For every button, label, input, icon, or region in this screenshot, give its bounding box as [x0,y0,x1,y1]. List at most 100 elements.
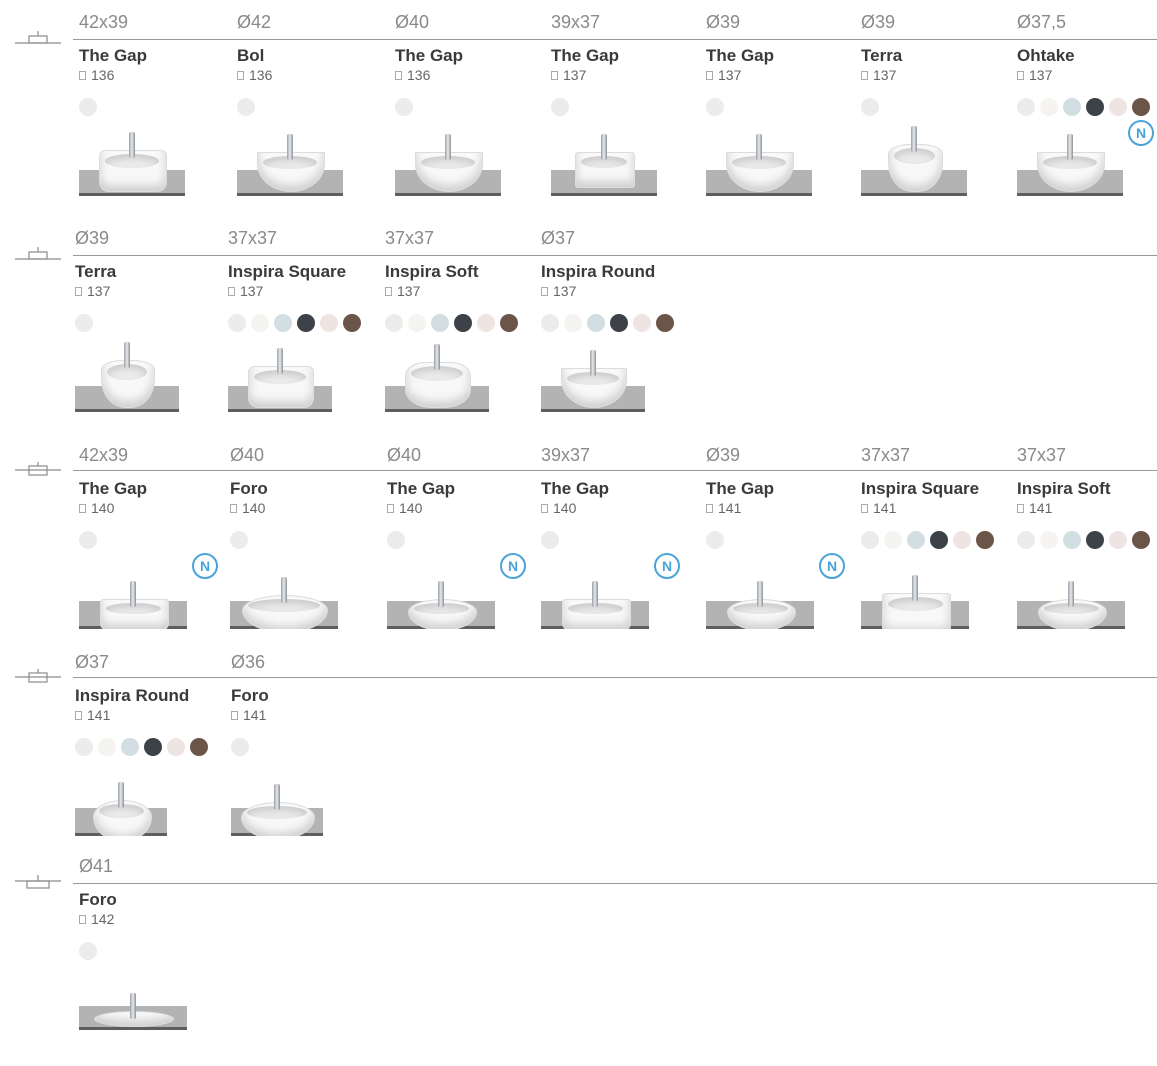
color-swatch[interactable] [656,314,674,332]
color-swatch[interactable] [385,314,403,332]
color-swatch[interactable] [237,98,255,116]
product-item[interactable]: 37x37 Inspira Square 137 [228,228,378,433]
product-item[interactable]: Ø36 Foro 141 [231,652,381,857]
color-swatch[interactable] [79,531,97,549]
color-swatch[interactable] [953,531,971,549]
color-swatch[interactable] [75,738,93,756]
color-swatch[interactable] [541,531,559,549]
product-image[interactable] [79,960,187,1030]
product-name[interactable]: The Gap [551,46,619,66]
page-reference[interactable]: 141 [75,707,110,723]
product-name[interactable]: Terra [75,262,116,282]
product-image[interactable] [1017,549,1125,629]
color-swatch[interactable] [884,531,902,549]
page-reference[interactable]: 140 [541,500,576,516]
color-swatch[interactable] [1132,531,1150,549]
color-swatch[interactable] [861,98,879,116]
product-item[interactable]: 37x37 Inspira Soft 137 [385,228,535,433]
color-swatch[interactable] [706,531,724,549]
page-reference[interactable]: 140 [79,500,114,516]
color-swatch[interactable] [1017,531,1035,549]
color-swatch[interactable] [1017,98,1035,116]
page-reference[interactable]: 141 [231,707,266,723]
product-name[interactable]: Foro [231,686,269,706]
product-item[interactable]: Ø37,5 Ohtake 137 N [1017,12,1157,217]
color-swatch[interactable] [98,738,116,756]
product-item[interactable]: Ø40 The Gap 140 N [387,445,537,650]
color-swatch[interactable] [1086,98,1104,116]
color-swatch[interactable] [167,738,185,756]
color-swatch[interactable] [976,531,994,549]
product-name[interactable]: Inspira Square [228,262,346,282]
color-swatch[interactable] [387,531,405,549]
product-image[interactable] [231,756,323,836]
color-swatch[interactable] [500,314,518,332]
product-name[interactable]: The Gap [706,479,774,499]
product-image[interactable] [237,116,343,196]
product-item[interactable]: Ø41 Foro 142 [79,856,229,1061]
page-reference[interactable]: 141 [861,500,896,516]
color-swatch[interactable] [1109,531,1127,549]
product-name[interactable]: The Gap [79,479,147,499]
product-image[interactable] [706,549,814,629]
product-image[interactable] [75,756,167,836]
color-swatch[interactable] [431,314,449,332]
product-item[interactable]: 39x37 The Gap 140 N [541,445,691,650]
product-name[interactable]: The Gap [395,46,463,66]
product-item[interactable]: 42x39 The Gap 136 [79,12,229,217]
product-name[interactable]: Inspira Soft [1017,479,1111,499]
color-swatch[interactable] [231,738,249,756]
color-swatch[interactable] [454,314,472,332]
color-swatch[interactable] [228,314,246,332]
page-reference[interactable]: 140 [387,500,422,516]
color-swatch[interactable] [274,314,292,332]
product-name[interactable]: The Gap [706,46,774,66]
page-reference[interactable]: 136 [79,67,114,83]
product-name[interactable]: Ohtake [1017,46,1075,66]
color-swatch[interactable] [551,98,569,116]
product-image[interactable] [228,332,332,412]
page-reference[interactable]: 137 [551,67,586,83]
product-name[interactable]: Terra [861,46,902,66]
product-item[interactable]: Ø39 The Gap 141 N [706,445,856,650]
color-swatch[interactable] [541,314,559,332]
product-item[interactable]: 39x37 The Gap 137 [551,12,701,217]
product-image[interactable] [385,332,489,412]
product-image[interactable] [541,549,649,629]
page-reference[interactable]: 137 [385,283,420,299]
color-swatch[interactable] [251,314,269,332]
product-name[interactable]: The Gap [387,479,455,499]
product-item[interactable]: 42x39 The Gap 140 N [79,445,229,650]
product-image[interactable] [79,549,187,629]
color-swatch[interactable] [587,314,605,332]
page-reference[interactable]: 140 [230,500,265,516]
color-swatch[interactable] [190,738,208,756]
color-swatch[interactable] [633,314,651,332]
color-swatch[interactable] [79,942,97,960]
product-item[interactable]: Ø42 Bol 136 [237,12,387,217]
product-item[interactable]: 37x37 Inspira Soft 141 [1017,445,1157,650]
color-swatch[interactable] [706,98,724,116]
product-name[interactable]: Inspira Round [75,686,189,706]
color-swatch[interactable] [320,314,338,332]
color-swatch[interactable] [75,314,93,332]
page-reference[interactable]: 136 [395,67,430,83]
color-swatch[interactable] [907,531,925,549]
product-item[interactable]: Ø39 The Gap 137 [706,12,856,217]
color-swatch[interactable] [1086,531,1104,549]
page-reference[interactable]: 137 [541,283,576,299]
page-reference[interactable]: 142 [79,911,114,927]
color-swatch[interactable] [230,531,248,549]
color-swatch[interactable] [144,738,162,756]
product-item[interactable]: Ø39 Terra 137 [75,228,225,433]
color-swatch[interactable] [930,531,948,549]
color-swatch[interactable] [343,314,361,332]
product-image[interactable] [861,549,969,629]
product-image[interactable] [551,116,657,196]
color-swatch[interactable] [395,98,413,116]
product-image[interactable] [706,116,812,196]
color-swatch[interactable] [297,314,315,332]
product-name[interactable]: Bol [237,46,264,66]
page-reference[interactable]: 141 [706,500,741,516]
product-item[interactable]: 37x37 Inspira Square 141 [861,445,1011,650]
